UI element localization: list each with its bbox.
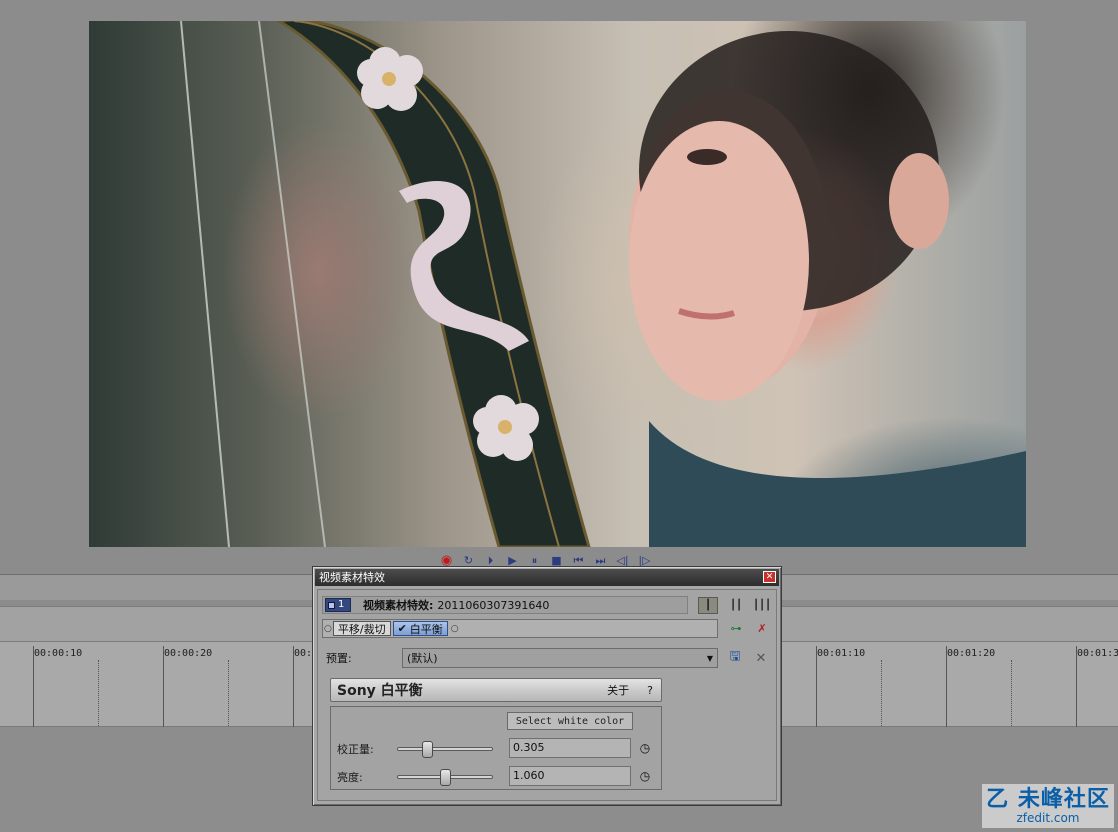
video-preview xyxy=(89,21,1026,547)
chain-number: 1 xyxy=(338,599,345,610)
chain-start-node-icon: ○ xyxy=(324,623,332,634)
checkmark-icon[interactable]: ✔ xyxy=(398,622,407,635)
tick-label: 00:01:10 xyxy=(817,648,866,659)
help-button[interactable]: ? xyxy=(647,684,653,697)
plugin-parameters: Select white color 校正量: 0.305 ◷ 亮度: 1.06… xyxy=(330,706,662,790)
remove-plugin-icon[interactable]: ✗ xyxy=(752,620,772,637)
tick-mark xyxy=(1011,660,1012,728)
tick-mark xyxy=(98,660,99,728)
tick-mark xyxy=(1076,646,1077,728)
watermark-logo-text: 乙 未峰社区 xyxy=(986,786,1110,812)
slider-thumb[interactable] xyxy=(421,741,433,758)
chain-number-badge[interactable]: 1 xyxy=(325,598,351,612)
tick-mark xyxy=(228,660,229,728)
plugin-chip-label: 平移/裁切 xyxy=(337,622,386,636)
tick-label: 00:00:10 xyxy=(34,648,83,659)
single-column-view-icon[interactable]: ┃ xyxy=(698,597,718,614)
select-white-color-button[interactable]: Select white color xyxy=(507,712,633,730)
fx-title-value: 2011060307391640 xyxy=(437,598,550,612)
animate-clock-icon[interactable]: ◷ xyxy=(636,767,654,785)
plugin-chain-bar: ○ 平移/裁切 ✔ 白平衡 ○ xyxy=(322,619,718,638)
dialog-body: 1 视频素材特效: 2011060307391640 ┃ ┃┃ ┃┃┃ ○ 平移… xyxy=(317,589,777,801)
tick-mark xyxy=(946,646,947,728)
plugin-chip-pan-crop[interactable]: 平移/裁切 xyxy=(332,621,391,636)
tick-mark xyxy=(163,646,164,728)
video-fx-dialog: 视频素材特效 ✕ 1 视频素材特效: 2011060307391640 ┃ ┃┃… xyxy=(312,566,782,806)
site-watermark-logo: 乙 未峰社区 zfedit.com xyxy=(982,784,1114,828)
dialog-title: 视频素材特效 xyxy=(319,571,385,584)
plugin-chip-label: 白平衡 xyxy=(409,622,443,636)
tick-mark xyxy=(293,646,294,728)
triple-column-view-icon[interactable]: ┃┃┃ xyxy=(752,597,772,614)
brightness-value-field[interactable]: 1.060 xyxy=(509,766,631,786)
plugin-chip-white-balance[interactable]: ✔ 白平衡 xyxy=(392,621,448,636)
tick-label: 00:01:20 xyxy=(947,648,996,659)
preset-label: 预置: xyxy=(326,652,352,665)
about-button[interactable]: 关于 xyxy=(607,682,629,698)
tick-label: 00:00:20 xyxy=(164,648,213,659)
param-label: 亮度: xyxy=(337,771,363,784)
preset-row: 预置: (默认) ▼ xyxy=(326,648,718,668)
param-row-correction: 校正量: 0.305 ◷ xyxy=(335,737,661,759)
delete-preset-icon[interactable]: ✕ xyxy=(752,649,770,667)
correction-slider[interactable] xyxy=(397,741,493,758)
preset-dropdown[interactable]: (默认) ▼ xyxy=(402,648,718,668)
fx-title-label: 视频素材特效: xyxy=(363,599,434,612)
param-label: 校正量: xyxy=(337,743,374,756)
chevron-down-icon: ▼ xyxy=(706,653,713,663)
animate-clock-icon[interactable]: ◷ xyxy=(636,739,654,757)
fx-chain-header: 1 视频素材特效: 2011060307391640 xyxy=(322,596,688,614)
close-icon[interactable]: ✕ xyxy=(763,571,776,583)
correction-value-field[interactable]: 0.305 xyxy=(509,738,631,758)
slider-thumb[interactable] xyxy=(440,769,451,786)
preview-frame-image xyxy=(180,21,1026,547)
plugin-name: Sony 白平衡 xyxy=(337,683,423,699)
tick-mark xyxy=(881,660,882,728)
tick-mark xyxy=(816,646,817,728)
add-plugin-icon[interactable]: ⊶ xyxy=(726,620,746,637)
preset-value: (默认) xyxy=(407,652,438,665)
plugin-header: Sony 白平衡 关于 ? xyxy=(330,678,662,702)
tick-label: 00:01:30 xyxy=(1077,648,1118,659)
watermark-logo-url: zfedit.com xyxy=(1016,810,1080,825)
param-row-brightness: 亮度: 1.060 ◷ xyxy=(335,765,661,787)
chain-icon xyxy=(328,601,335,609)
tick-mark xyxy=(33,646,34,728)
save-preset-icon[interactable]: 🖫 xyxy=(726,649,744,667)
brightness-slider[interactable] xyxy=(397,769,493,786)
dialog-titlebar[interactable]: 视频素材特效 ✕ xyxy=(315,569,779,586)
chain-end-node-icon: ○ xyxy=(450,623,459,634)
double-column-view-icon[interactable]: ┃┃ xyxy=(726,597,746,614)
